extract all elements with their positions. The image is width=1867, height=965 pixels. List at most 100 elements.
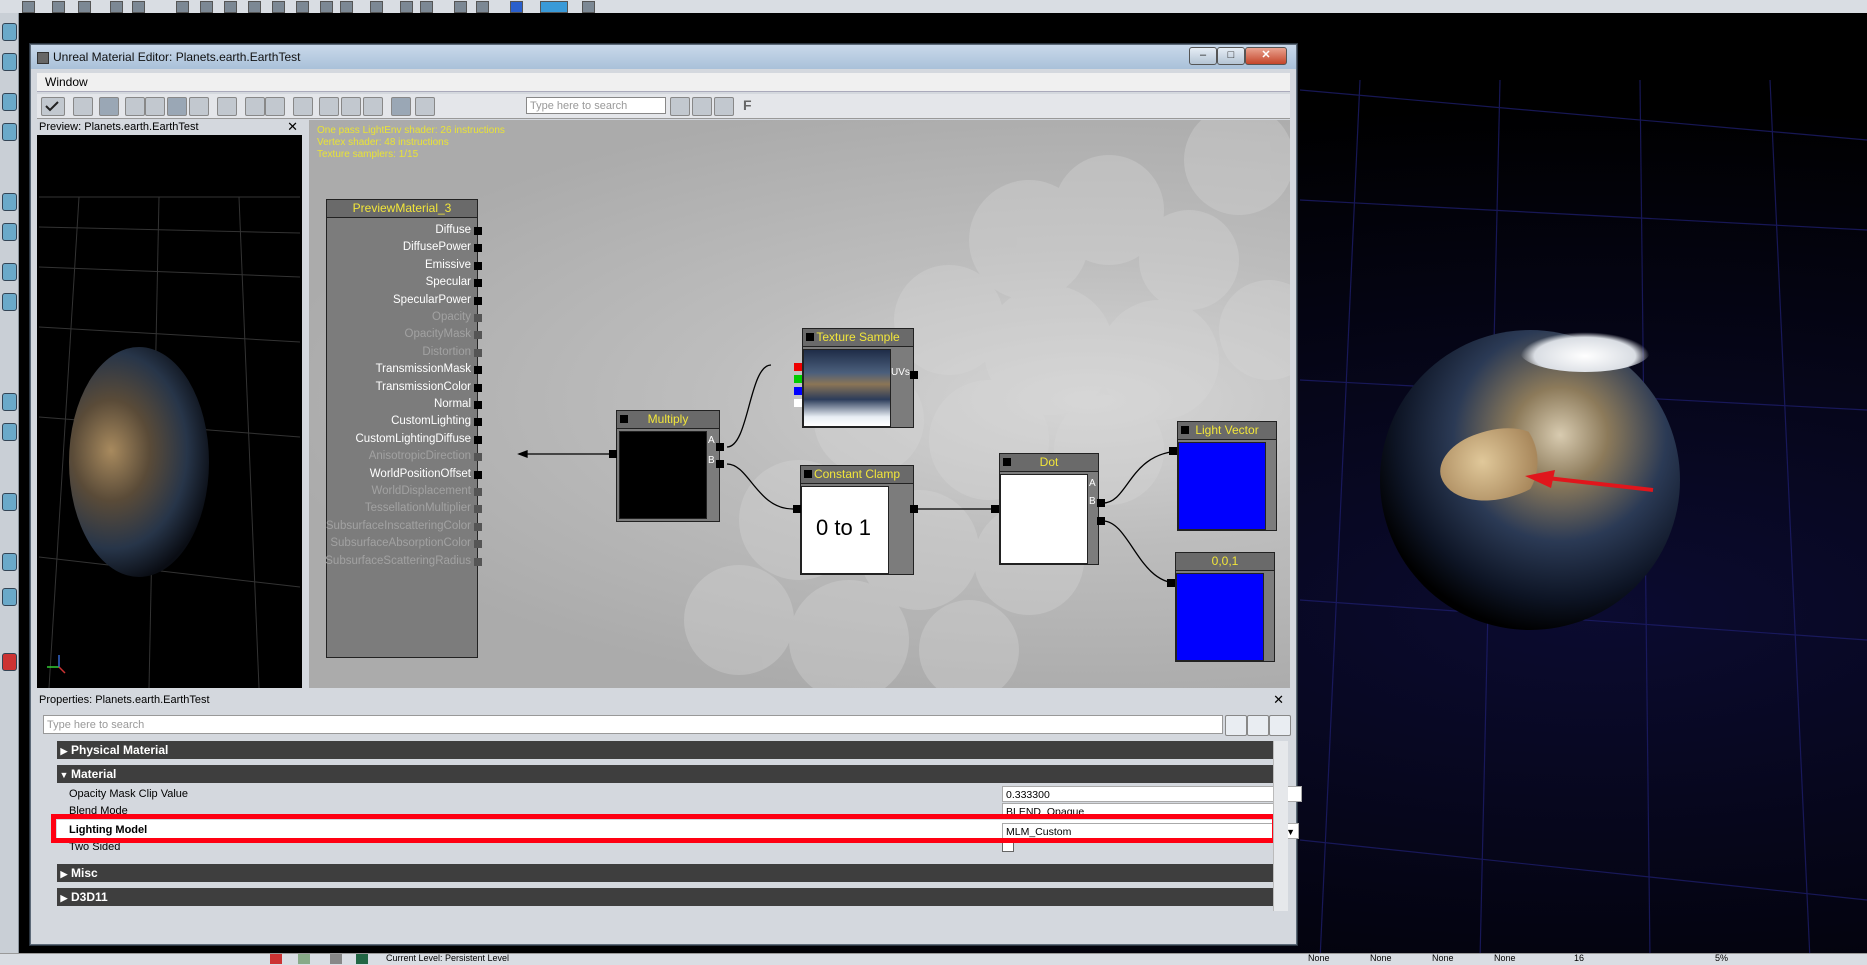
material-input-pin[interactable] xyxy=(474,383,482,392)
tool-icon[interactable] xyxy=(2,588,17,606)
home-node-icon[interactable] xyxy=(73,97,93,116)
status-icon[interactable] xyxy=(298,954,310,964)
close-button[interactable]: ✕ xyxy=(1245,47,1287,65)
dot-input-b-pin[interactable] xyxy=(1097,517,1105,525)
material-input-pin[interactable] xyxy=(474,505,482,514)
tool-icon[interactable] xyxy=(2,223,17,241)
light-vector-output-pin[interactable] xyxy=(1169,447,1177,455)
material-input-pin[interactable] xyxy=(474,261,482,270)
material-input-pin[interactable] xyxy=(474,227,482,235)
dropdown-icon[interactable] xyxy=(22,1,35,13)
multiply-node[interactable]: Multiply A B xyxy=(616,410,720,522)
constant-vector-node[interactable]: 0,0,1 xyxy=(1175,552,1275,662)
material-input-pin[interactable] xyxy=(474,314,482,322)
material-input-pin[interactable] xyxy=(474,348,482,357)
tool-icon[interactable] xyxy=(296,1,309,13)
constant-clamp-node[interactable]: Constant Clamp 0 to 1 xyxy=(800,465,914,575)
tool-icon[interactable] xyxy=(200,1,213,13)
search-prev-icon[interactable] xyxy=(714,97,734,116)
material-input-pin[interactable] xyxy=(474,557,482,566)
status-icon[interactable] xyxy=(356,954,368,964)
status-none[interactable]: None xyxy=(1308,953,1330,963)
hlsl-icon[interactable] xyxy=(415,97,435,116)
blue-output-pin[interactable] xyxy=(794,387,802,395)
material-input-pin[interactable] xyxy=(474,470,482,479)
material-input-pin[interactable] xyxy=(474,418,482,427)
find-icon[interactable] xyxy=(217,97,237,116)
search-icon[interactable] xyxy=(670,97,690,116)
material-input-pin[interactable] xyxy=(474,331,482,340)
category-material[interactable]: ▼ Material xyxy=(57,765,1273,783)
tool-icon[interactable] xyxy=(2,423,17,441)
material-input-pin[interactable] xyxy=(474,522,482,531)
tool-icon[interactable] xyxy=(2,193,17,211)
eye-icon[interactable] xyxy=(363,97,383,116)
dot-input-a-pin[interactable] xyxy=(1097,499,1105,507)
grid-icon[interactable] xyxy=(99,97,119,116)
status-none[interactable]: None xyxy=(1432,953,1454,963)
cylinder-icon[interactable] xyxy=(125,97,145,116)
text-icon[interactable] xyxy=(391,97,411,116)
status-none[interactable]: None xyxy=(1494,953,1516,963)
menu-window[interactable]: Window xyxy=(45,75,88,89)
constant-clamp-input-pin[interactable] xyxy=(910,505,918,513)
tool-icon[interactable] xyxy=(2,293,17,311)
properties-search-input[interactable]: Type here to search xyxy=(43,715,1223,734)
tool-icon[interactable] xyxy=(2,493,17,511)
properties-scrollbar[interactable] xyxy=(1273,741,1288,911)
tool-icon[interactable] xyxy=(2,53,17,71)
p-icon[interactable] xyxy=(52,1,65,13)
tool-icon[interactable] xyxy=(320,1,333,13)
tool-icon[interactable] xyxy=(2,393,17,411)
tool-icon[interactable] xyxy=(2,23,17,41)
tool-icon[interactable] xyxy=(224,1,237,13)
search-next-icon[interactable] xyxy=(692,97,712,116)
tool-icon[interactable] xyxy=(2,653,17,671)
grid-size[interactable]: 16 xyxy=(1574,953,1584,963)
preview-close-icon[interactable]: ✕ xyxy=(287,119,298,135)
tool-icon[interactable] xyxy=(2,553,17,571)
preview-viewport[interactable] xyxy=(39,137,300,688)
status-none[interactable]: None xyxy=(1370,953,1392,963)
multiply-input-a-pin[interactable] xyxy=(716,443,724,451)
material-input-pin[interactable] xyxy=(474,435,482,444)
tool-icon[interactable] xyxy=(454,1,467,13)
category-physical-material[interactable]: ▶ Physical Material xyxy=(57,741,1273,759)
material-input-pin[interactable] xyxy=(474,244,482,253)
constant-vector-output-pin[interactable] xyxy=(1167,579,1175,587)
g-icon[interactable] xyxy=(370,1,383,13)
plane-icon[interactable] xyxy=(189,97,209,116)
material-input-pin[interactable] xyxy=(474,296,482,305)
properties-close-icon[interactable]: ✕ xyxy=(1273,692,1284,708)
tool-icon[interactable] xyxy=(340,1,353,13)
search-icon[interactable] xyxy=(1225,715,1247,736)
uvs-input-pin[interactable] xyxy=(910,371,918,379)
green-output-pin[interactable] xyxy=(794,375,802,383)
tool-icon[interactable] xyxy=(2,123,17,141)
material-input-pin[interactable] xyxy=(474,366,482,375)
settings-icon[interactable] xyxy=(1269,715,1291,736)
red-output-pin[interactable] xyxy=(794,363,802,371)
tool-icon[interactable] xyxy=(400,1,413,13)
multiply-input-b-pin[interactable] xyxy=(716,460,724,468)
tool-icon[interactable] xyxy=(420,1,433,13)
tool-icon[interactable] xyxy=(248,1,261,13)
two-sided-checkbox[interactable] xyxy=(1002,843,1014,852)
status-icon[interactable] xyxy=(270,954,282,964)
maximize-button[interactable]: □ xyxy=(1217,47,1245,65)
tool-icon[interactable] xyxy=(272,1,285,13)
status-icon[interactable] xyxy=(330,954,342,964)
apply-icon[interactable] xyxy=(41,97,65,116)
connector-icon[interactable] xyxy=(341,97,361,116)
category-misc[interactable]: ▶ Misc xyxy=(57,864,1273,882)
play-icon[interactable] xyxy=(540,1,568,13)
multiply-output-pin[interactable] xyxy=(609,450,617,458)
stats-icon[interactable] xyxy=(293,97,313,116)
tool-icon[interactable] xyxy=(78,1,91,13)
back-icon[interactable] xyxy=(245,97,265,116)
opacity-mask-clip-field[interactable]: 0.333300 xyxy=(1002,786,1302,802)
material-input-pin[interactable] xyxy=(474,279,482,288)
material-input-pin[interactable] xyxy=(474,401,482,409)
tool-icon[interactable] xyxy=(2,263,17,281)
material-input-pin[interactable] xyxy=(474,540,482,549)
